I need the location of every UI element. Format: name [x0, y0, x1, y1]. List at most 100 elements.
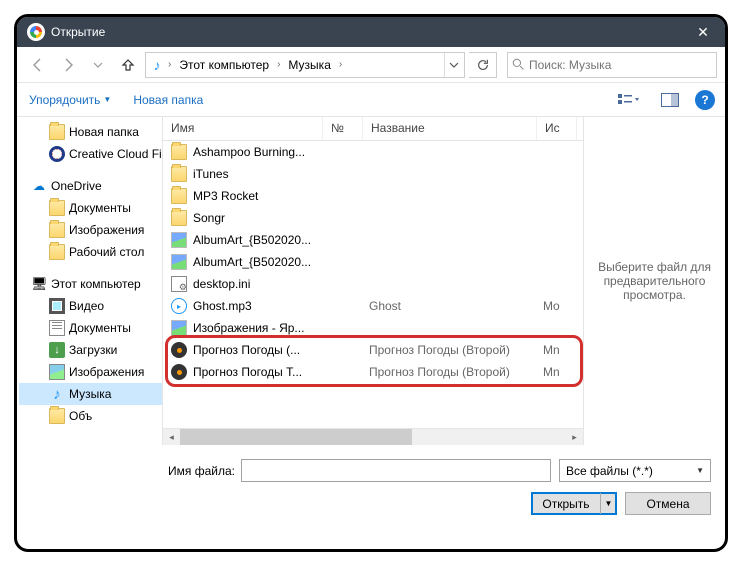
forward-button[interactable]	[55, 52, 81, 78]
breadcrumb-seg-0[interactable]: Этот компьютер	[173, 53, 275, 77]
open-button-dropdown[interactable]: ▼	[600, 493, 616, 514]
search-input[interactable]	[529, 58, 712, 72]
cc-icon	[49, 146, 65, 162]
tree-item[interactable]: OneDrive	[19, 175, 162, 197]
scroll-left-button[interactable]: ◂	[163, 429, 180, 446]
chevron-right-icon[interactable]: ›	[275, 59, 282, 70]
h-scrollbar[interactable]: ◂ ▸	[163, 428, 583, 445]
file-list[interactable]: Имя № Название Ис Ashampoo Burning... iTu…	[163, 117, 583, 445]
file-row[interactable]: AlbumArt_{B502020...	[163, 229, 583, 251]
doc-icon	[49, 320, 65, 336]
imgf-icon	[171, 320, 187, 336]
new-folder-button[interactable]: Новая папка	[131, 89, 205, 111]
tree-item[interactable]: Музыка	[19, 383, 162, 405]
tree-item[interactable]: Изображения	[19, 361, 162, 383]
view-mode-button[interactable]	[611, 88, 645, 112]
fold-icon	[49, 244, 65, 260]
chrome-icon	[27, 23, 45, 41]
imgf-icon	[171, 232, 187, 248]
tree-item[interactable]: Объ	[19, 405, 162, 427]
tree-item[interactable]: Документы	[19, 317, 162, 339]
back-button[interactable]	[25, 52, 51, 78]
file-type-filter[interactable]: Все файлы (*.*)▼	[559, 459, 711, 482]
imgf-icon	[171, 254, 187, 270]
col-name[interactable]: Имя	[163, 117, 323, 140]
music-icon: ♪	[148, 56, 166, 74]
open-button[interactable]: Открыть▼	[531, 492, 617, 515]
fold-icon	[171, 166, 187, 182]
search-box[interactable]	[507, 52, 717, 78]
fold-icon	[171, 144, 187, 160]
tree-item[interactable]: Загрузки	[19, 339, 162, 361]
file-row[interactable]: iTunes	[163, 163, 583, 185]
mp3-icon	[171, 298, 187, 314]
tree-item[interactable]: Этот компьютер	[19, 273, 162, 295]
file-artist: Mn	[543, 343, 583, 357]
fold-icon	[49, 124, 65, 140]
file-row[interactable]: Ghost.mp3GhostMo	[163, 295, 583, 317]
breadcrumb-seg-0-label: Этот компьютер	[179, 58, 269, 72]
filename-input[interactable]	[241, 459, 551, 482]
folder-tree[interactable]: Новая папка Creative Cloud Fil OneDrive Док…	[17, 117, 163, 445]
tree-item[interactable]: Creative Cloud Fil	[19, 143, 162, 165]
vid-icon	[49, 298, 65, 314]
chevron-right-icon[interactable]: ›	[166, 59, 173, 70]
file-type-filter-label: Все файлы (*.*)	[566, 464, 653, 478]
tree-item[interactable]: Видео	[19, 295, 162, 317]
refresh-button[interactable]	[469, 52, 497, 78]
tree-item[interactable]: Изображения	[19, 219, 162, 241]
scroll-right-button[interactable]: ▸	[566, 429, 583, 446]
file-row[interactable]: MP3 Rocket	[163, 185, 583, 207]
file-row[interactable]: Ashampoo Burning...	[163, 141, 583, 163]
preview-pane-button[interactable]	[653, 88, 687, 112]
tree-item[interactable]: Документы	[19, 197, 162, 219]
tree-item[interactable]: Новая папка	[19, 121, 162, 143]
file-name: Ashampoo Burning...	[193, 145, 329, 159]
file-row[interactable]: Songr	[163, 207, 583, 229]
preview-pane: Выберите файл для предварительного просм…	[583, 117, 725, 445]
breadcrumb[interactable]: ♪ › Этот компьютер › Музыка ›	[145, 52, 465, 78]
nav-row: ♪ › Этот компьютер › Музыка ›	[17, 47, 725, 83]
search-icon	[512, 58, 525, 71]
file-row[interactable]: Изображения - Яр...	[163, 317, 583, 339]
close-button[interactable]: ✕	[681, 17, 725, 47]
cancel-button[interactable]: Отмена	[625, 492, 711, 515]
tree-item[interactable]: Рабочий стол	[19, 241, 162, 263]
file-row[interactable]: Прогноз Погоды (...Прогноз Погоды (Второ…	[163, 339, 583, 361]
title-bar: Открытие ✕	[17, 17, 725, 47]
tree-item-label: Изображения	[69, 223, 144, 237]
file-name: Прогноз Погоды Т...	[193, 365, 329, 379]
organize-label: Упорядочить	[29, 93, 100, 107]
fold-icon	[49, 222, 65, 238]
up-button[interactable]	[115, 52, 141, 78]
help-button[interactable]: ?	[695, 90, 715, 110]
column-headers[interactable]: Имя № Название Ис	[163, 117, 583, 141]
organize-menu[interactable]: Упорядочить▼	[27, 89, 113, 111]
file-name: AlbumArt_{B502020...	[193, 255, 329, 269]
recent-dropdown[interactable]	[85, 52, 111, 78]
col-num[interactable]: №	[323, 117, 363, 140]
tree-item-label: Документы	[69, 201, 131, 215]
file-row[interactable]: desktop.ini	[163, 273, 583, 295]
file-row[interactable]: Прогноз Погоды Т...Прогноз Погоды (Второ…	[163, 361, 583, 383]
ini-icon	[171, 276, 187, 292]
file-name: iTunes	[193, 167, 329, 181]
col-artist[interactable]: Ис	[537, 117, 577, 140]
breadcrumb-seg-1[interactable]: Музыка	[282, 53, 336, 77]
chevron-right-icon[interactable]: ›	[337, 59, 344, 70]
window-title: Открытие	[51, 25, 681, 39]
toolbar: Упорядочить▼ Новая папка ?	[17, 83, 725, 117]
file-name: Songr	[193, 211, 329, 225]
tree-item-label: OneDrive	[51, 179, 102, 193]
file-row[interactable]: AlbumArt_{B502020...	[163, 251, 583, 273]
tree-item-label: Creative Cloud Fil	[69, 147, 162, 161]
filename-label: Имя файла:	[31, 464, 241, 478]
scroll-thumb[interactable]	[180, 429, 412, 446]
file-artist: Mo	[543, 299, 583, 313]
breadcrumb-dropdown[interactable]	[444, 53, 462, 77]
fold-icon	[171, 188, 187, 204]
col-title[interactable]: Название	[363, 117, 537, 140]
tree-item-label: Рабочий стол	[69, 245, 144, 259]
scroll-track[interactable]	[180, 429, 566, 446]
tree-item-label: Музыка	[69, 387, 111, 401]
